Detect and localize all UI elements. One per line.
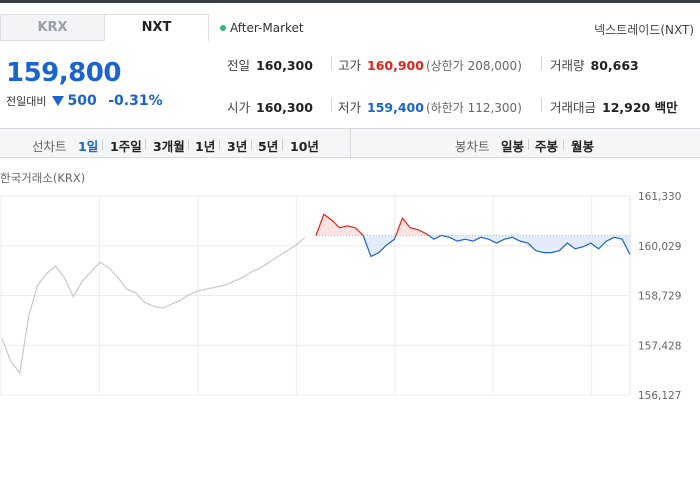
toolbar-separator <box>102 139 103 150</box>
change-percent: -0.31% <box>108 93 163 109</box>
status-dot-icon <box>220 25 226 31</box>
change-row: 전일대비 500 -0.31% <box>6 93 163 109</box>
stat-label: 전일 <box>227 58 251 73</box>
period-1d-button[interactable]: 1일 <box>78 136 98 155</box>
tab-krx[interactable]: KRX <box>0 14 104 41</box>
period-3y-button[interactable]: 3년 <box>227 136 247 155</box>
period-3m-button[interactable]: 3개월 <box>153 136 185 155</box>
stat-prev-close: 전일 160,300 <box>227 55 313 74</box>
period-10y-button[interactable]: 10년 <box>290 136 319 155</box>
y-tick-label: 156,127 <box>638 390 681 400</box>
toolbar-separator <box>528 139 529 150</box>
tab-underline <box>0 40 104 41</box>
period-5y-button[interactable]: 5년 <box>258 136 278 155</box>
stat-low: 저가 159,400 (하한가 112,300) <box>338 97 522 116</box>
y-tick-label: 160,029 <box>638 241 681 253</box>
stat-value: 80,663 <box>590 58 639 73</box>
stat-value: 160,900 <box>367 58 424 73</box>
candle-weekly-button[interactable]: 주봉 <box>535 136 558 155</box>
stat-divider <box>331 98 332 112</box>
chart-toolbar: 선차트 1일 1주일 3개월 1년 3년 5년 10년 봉차트 일봉 주봉 월봉 <box>0 128 700 159</box>
top-rule <box>0 0 700 3</box>
toolbar-separator <box>145 139 146 150</box>
stat-label: 저가 <box>338 100 362 115</box>
toolbar-separator <box>282 139 283 150</box>
stat-value: 160,300 <box>256 100 313 115</box>
period-1y-button[interactable]: 1년 <box>195 136 215 155</box>
exchange-name: 넥스트레이드(NXT) <box>594 23 694 37</box>
change-amount: 500 <box>67 93 97 109</box>
stat-high: 고가 160,900 (상한가 208,000) <box>338 55 522 74</box>
toolbar-separator <box>563 139 564 150</box>
stat-sub: (상한가 208,000) <box>425 59 522 73</box>
series-krx-line <box>1 236 306 375</box>
toolbar-separator <box>251 139 252 150</box>
stat-label: 거래량 <box>550 58 585 73</box>
market-status: After-Market <box>220 21 304 35</box>
change-label: 전일대비 <box>6 95 47 108</box>
y-tick-label: 157,428 <box>638 340 681 352</box>
down-arrow-icon <box>51 96 64 106</box>
candle-chart-label: 봉차트 <box>455 139 490 154</box>
stat-label: 고가 <box>338 58 362 73</box>
stat-open: 시가 160,300 <box>227 97 313 116</box>
stat-label: 거래대금 <box>550 100 597 115</box>
stat-label: 시가 <box>227 100 251 115</box>
stat-value: 159,400 <box>367 100 424 115</box>
current-price: 159,800 <box>6 58 121 88</box>
toolbar-divider <box>350 129 351 159</box>
stat-volume: 거래량 80,663 <box>550 55 639 74</box>
stat-divider <box>541 56 542 70</box>
stat-divider <box>541 98 542 112</box>
price-chart: 161,330 160,029 158,729 157,428 156,127 <box>0 191 681 400</box>
stat-sub: (하한가 112,300) <box>425 101 522 115</box>
market-status-label: After-Market <box>230 21 304 35</box>
y-tick-label: 158,729 <box>638 291 681 303</box>
stat-divider <box>331 56 332 70</box>
line-chart-label: 선차트 <box>32 139 67 154</box>
candle-monthly-button[interactable]: 월봉 <box>571 136 594 155</box>
tab-nxt[interactable]: NXT <box>104 14 209 41</box>
toolbar-separator <box>219 139 220 150</box>
period-1w-button[interactable]: 1주일 <box>110 136 142 155</box>
stat-value: 160,300 <box>256 58 313 73</box>
stat-trade-value: 거래대금 12,920 백만 <box>550 97 678 116</box>
stat-value: 12,920 백만 <box>602 100 678 115</box>
y-tick-label: 161,330 <box>638 191 681 203</box>
toolbar-separator <box>188 139 189 150</box>
candle-daily-button[interactable]: 일봉 <box>501 136 524 155</box>
